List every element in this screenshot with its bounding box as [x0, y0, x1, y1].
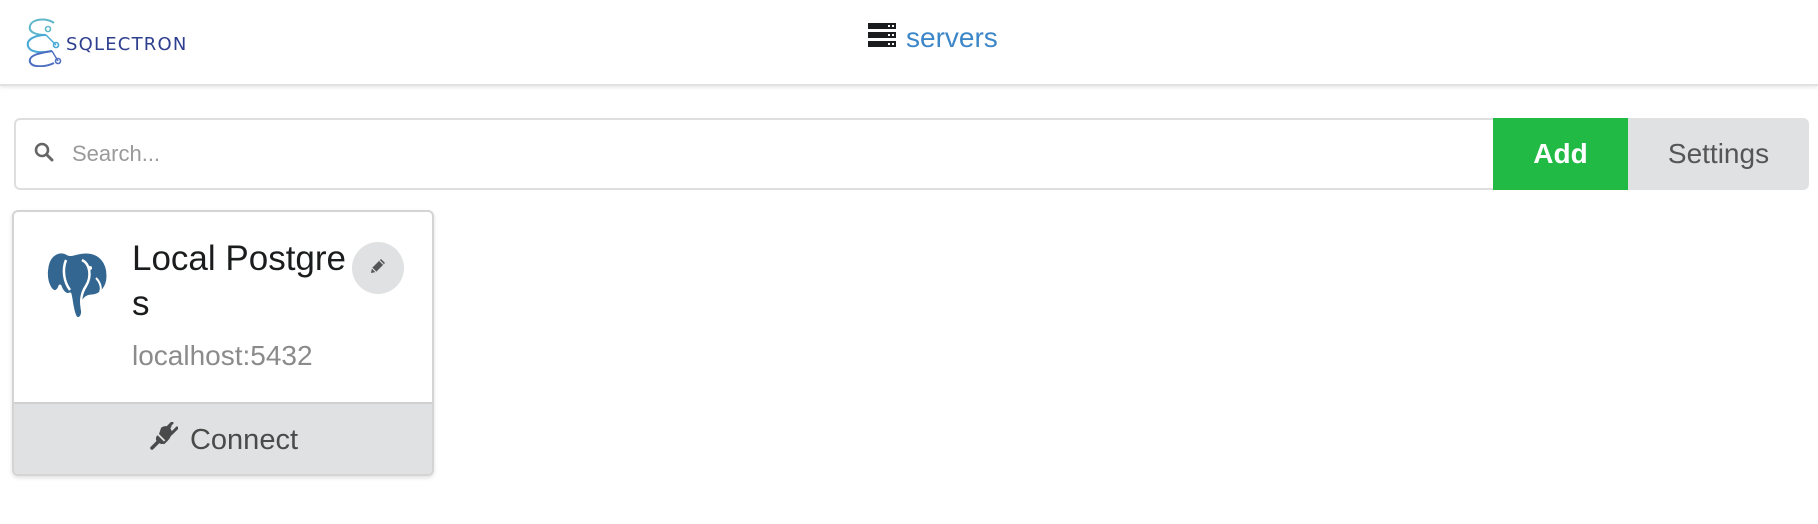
server-address: localhost:5432 [132, 340, 313, 371]
server-icon [868, 22, 896, 54]
nav-servers-label: servers [906, 22, 998, 53]
search-toolbar: Add Settings [14, 118, 1809, 190]
postgresql-elephant-icon [42, 248, 112, 325]
app-logo[interactable]: SQLECTRON [24, 14, 188, 70]
settings-button[interactable]: Settings [1628, 118, 1809, 190]
server-card: Local Postgres localhost:5432 Connect [12, 210, 434, 476]
search-icon [34, 142, 54, 167]
connect-label: Connect [189, 423, 298, 456]
search-input[interactable] [70, 140, 1370, 168]
logo-text: SQLECTRON [66, 33, 188, 55]
pencil-icon [369, 257, 387, 280]
sqlectron-logo-icon [26, 18, 62, 67]
connect-button[interactable]: Connect [14, 402, 432, 474]
nav-servers-link[interactable]: servers [868, 18, 998, 58]
server-name: Local Postgres [132, 239, 347, 323]
search-box[interactable] [14, 118, 1493, 190]
add-server-button[interactable]: Add [1493, 118, 1628, 190]
edit-server-button[interactable] [352, 242, 404, 294]
plug-icon [150, 421, 179, 458]
top-bar: SQLECTRON servers [0, 0, 1818, 86]
